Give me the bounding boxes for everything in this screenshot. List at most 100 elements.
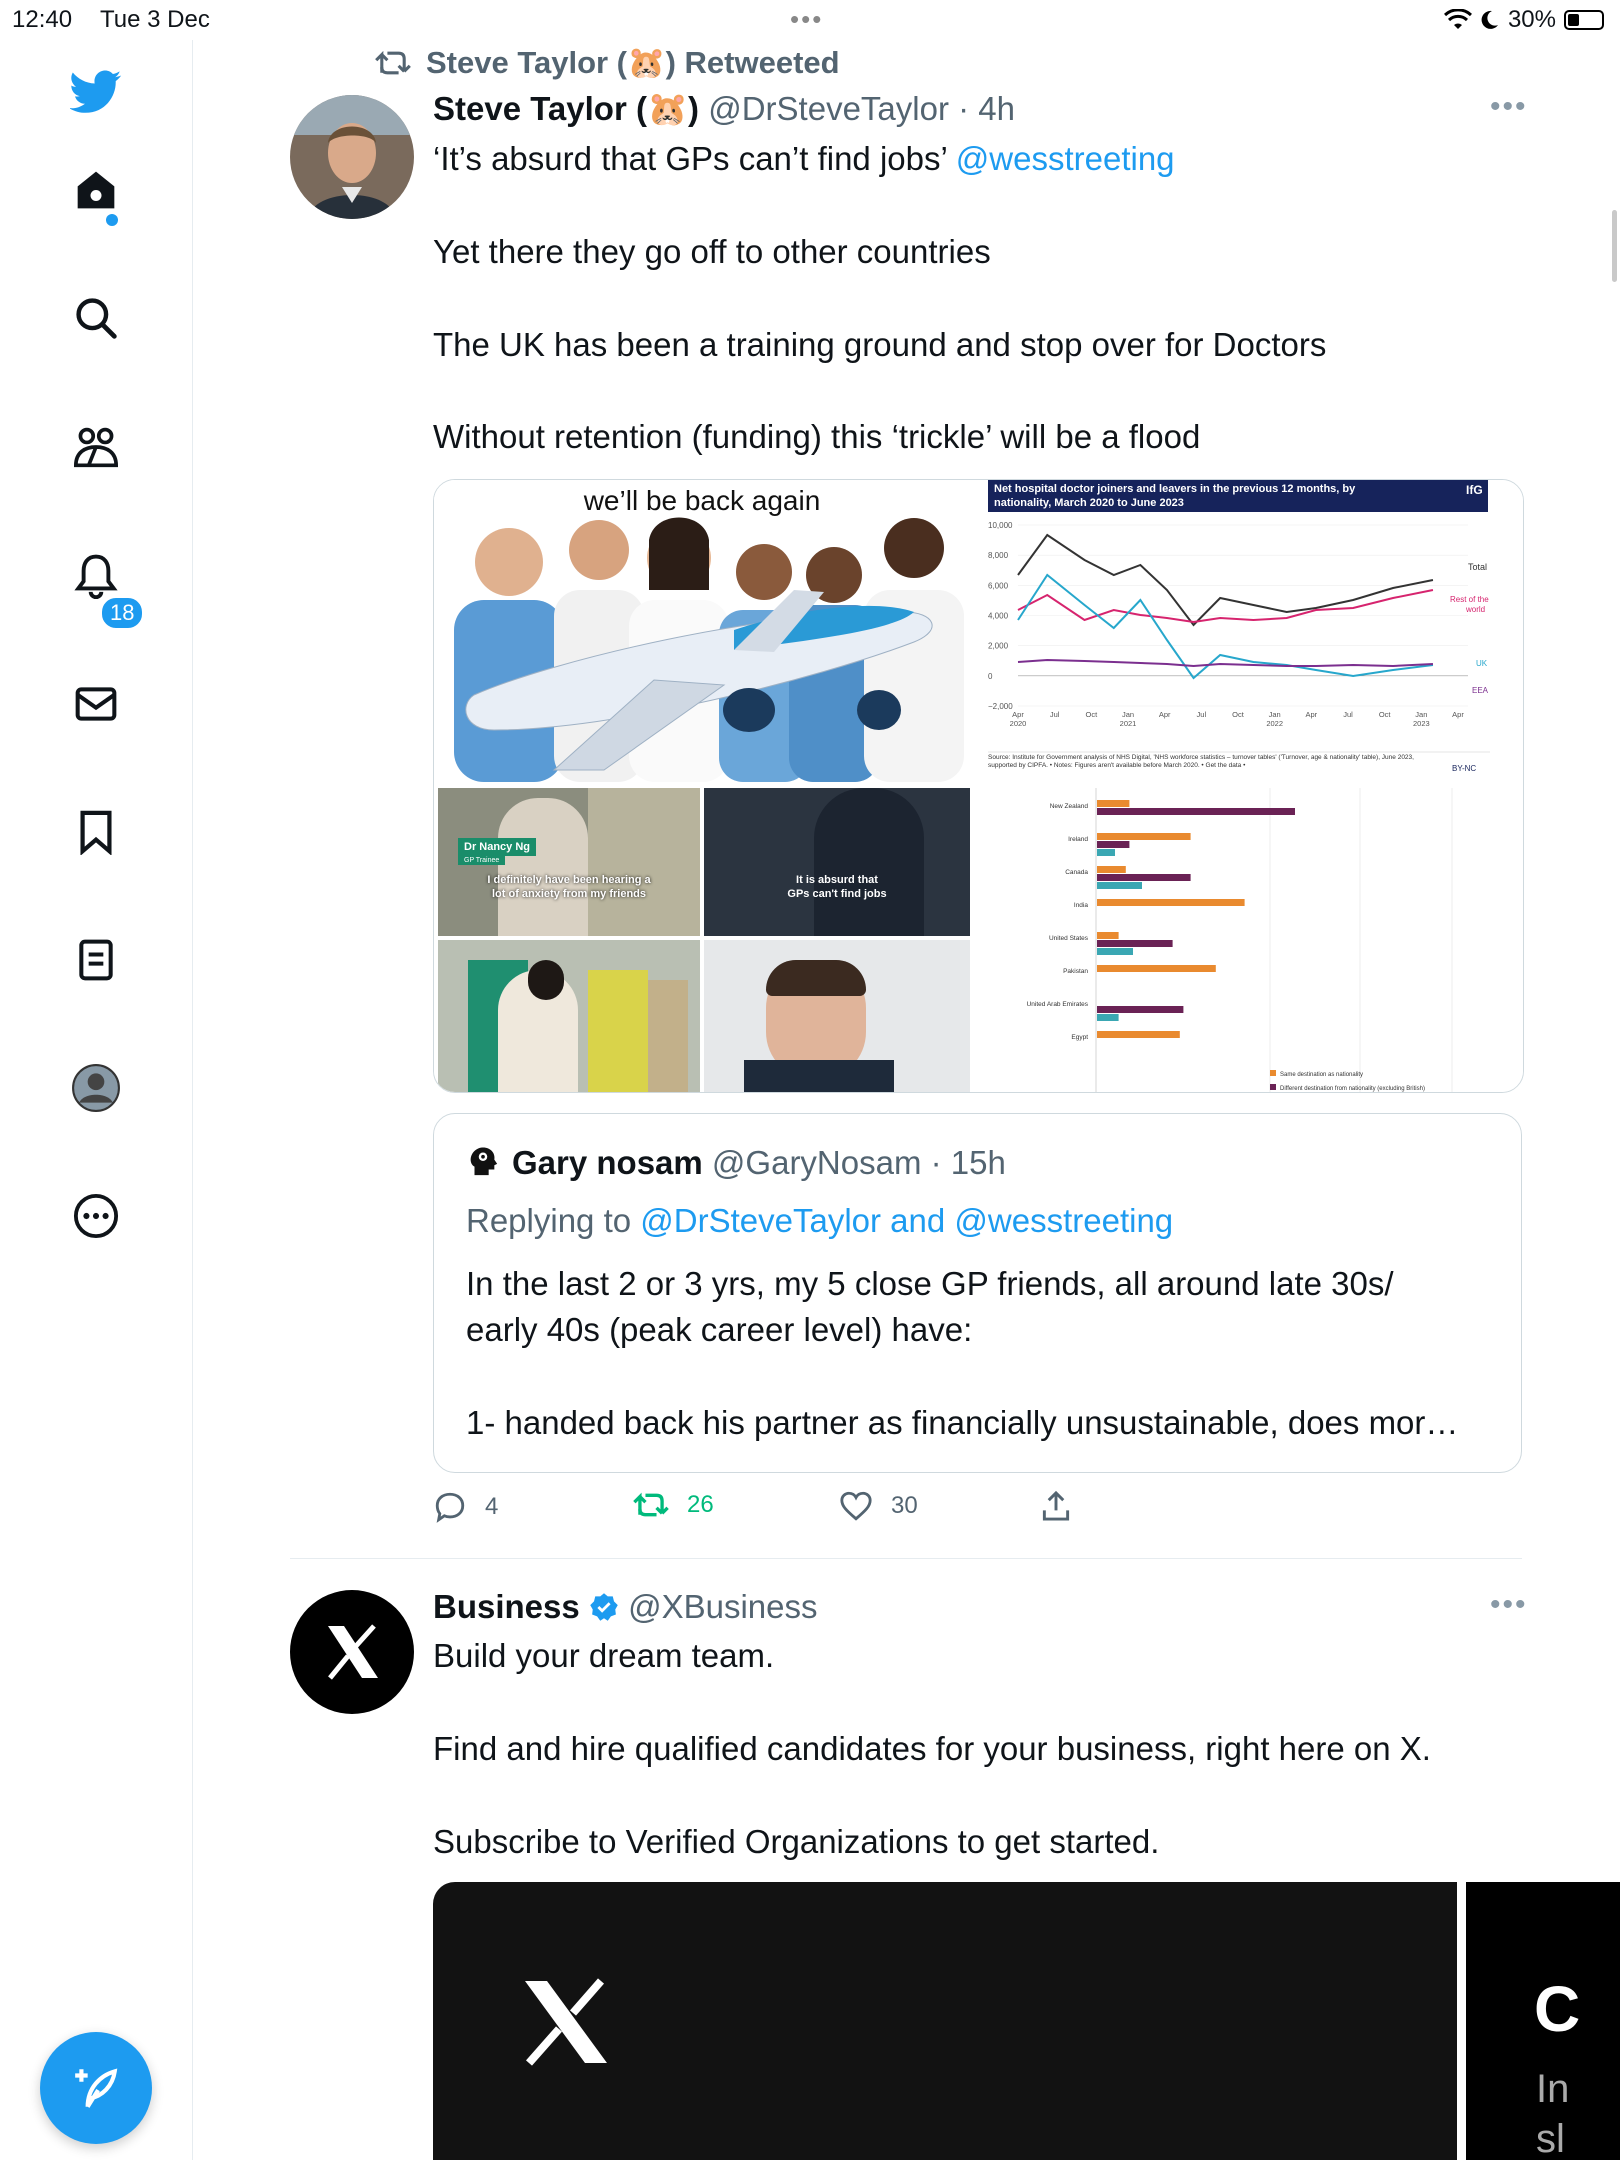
line-eea xyxy=(1017,658,1434,668)
business-header: Business @XBusiness xyxy=(433,1588,818,1626)
bar xyxy=(1097,882,1142,889)
media-video-collage[interactable]: Dr Nancy Ng GP Trainee I definitely have… xyxy=(434,788,974,1092)
verified-badge-icon xyxy=(590,1593,618,1621)
promo-card-1[interactable] xyxy=(433,1882,1457,2160)
home-icon[interactable] xyxy=(70,164,122,216)
bar xyxy=(1097,866,1126,873)
avatar-photo xyxy=(290,95,414,219)
x-tick-label: Oct xyxy=(1379,710,1392,719)
bookmarks-icon[interactable] xyxy=(70,806,122,858)
media-meme-image[interactable]: we’ll be back again xyxy=(434,480,974,782)
lists-icon[interactable] xyxy=(70,934,122,986)
quote-tweet[interactable]: Gary nosam @GaryNosam · 15h Replying to … xyxy=(433,1113,1522,1473)
tweet-time[interactable]: 4h xyxy=(978,90,1015,127)
bar xyxy=(1097,940,1173,947)
y-tick-label: 4,000 xyxy=(988,612,1009,621)
retweeted-by-label: Steve Taylor (🐹) Retweeted xyxy=(426,45,840,80)
tweet-paragraph-4: Without retention (funding) this ‘trickl… xyxy=(433,418,1201,455)
author-handle[interactable]: @DrSteveTaylor xyxy=(708,90,949,127)
bar xyxy=(1097,1006,1184,1013)
mention-link[interactable]: @wesstreeting xyxy=(956,140,1175,177)
bar-country-label: New Zealand xyxy=(1050,803,1089,810)
notifications-badge: 18 xyxy=(100,596,145,630)
author-name[interactable]: Steve Taylor (🐹) xyxy=(433,90,699,127)
communities-icon[interactable] xyxy=(70,421,122,473)
battery-icon xyxy=(1564,10,1604,30)
share-button[interactable] xyxy=(1041,1490,1071,1522)
chart-source: Source: Institute for Government analysi… xyxy=(988,754,1414,769)
bar-country-label: Ireland xyxy=(1068,836,1088,843)
bar xyxy=(1097,932,1119,939)
bar xyxy=(1097,948,1133,955)
bar xyxy=(1097,841,1130,848)
tweet-paragraph-2: Yet there they go off to other countries xyxy=(433,233,991,270)
like-count: 30 xyxy=(891,1492,918,1519)
retweet-count: 26 xyxy=(687,1491,714,1518)
promo-card-2[interactable]: C In sl xyxy=(1466,1882,1620,2160)
business-name[interactable]: Business xyxy=(433,1588,580,1625)
video-name-sub: GP Trainee xyxy=(458,856,506,865)
video-caption-2: lot of anxiety from my friends xyxy=(491,888,647,900)
multitask-dots-icon[interactable]: ••• xyxy=(790,4,823,35)
label-rest-of-world-2: world xyxy=(1465,605,1485,614)
tweet-more-button[interactable]: ••• xyxy=(1490,90,1528,124)
meme-caption: we’ll be back again xyxy=(583,485,821,516)
share-icon xyxy=(1042,1490,1070,1521)
replying-mention-2[interactable]: @wesstreeting xyxy=(954,1202,1173,1239)
y-tick-label: −2,000 xyxy=(988,702,1013,711)
twitter-logo-icon[interactable] xyxy=(70,66,122,118)
x-tick-label: Apr xyxy=(1452,710,1464,719)
avatar[interactable] xyxy=(290,95,414,219)
x-tick-label: Oct xyxy=(1085,710,1098,719)
media-bar-chart[interactable]: New Zealand Ireland Canada India United Stat… xyxy=(980,788,1523,1092)
tweet-text-line1: ‘It’s absurd that GPs can’t find jobs’ xyxy=(433,140,956,177)
more-icon[interactable] xyxy=(70,1190,122,1242)
scrollbar[interactable] xyxy=(1612,210,1617,282)
business-handle[interactable]: @XBusiness xyxy=(628,1588,817,1625)
tweet-media-grid: we’ll be back again Net hospital doctor … xyxy=(433,479,1524,1093)
compose-button[interactable] xyxy=(40,2032,152,2144)
chart-title-line2: nationality, March 2020 to June 2023 xyxy=(994,497,1184,509)
quote-header: Gary nosam @GaryNosam · 15h xyxy=(512,1144,1006,1181)
x-tick-label: 2023 xyxy=(1413,719,1430,728)
label-uk: UK xyxy=(1476,659,1488,668)
bar xyxy=(1097,899,1245,906)
media-line-chart[interactable]: Net hospital doctor joiners and leavers … xyxy=(980,480,1523,782)
profile-icon[interactable] xyxy=(70,1062,122,1114)
retweet-context[interactable]: Steve Taylor (🐹) Retweeted xyxy=(374,44,840,81)
bar-country-label: United States xyxy=(1049,935,1089,942)
business-paragraph-2: Find and hire qualified candidates for y… xyxy=(433,1730,1431,1767)
notifications-icon[interactable] xyxy=(70,550,122,602)
search-icon[interactable] xyxy=(70,292,122,344)
replying-mention-1[interactable]: @DrSteveTaylor xyxy=(640,1202,881,1239)
promo-card-2-text-2: sl xyxy=(1536,2117,1565,2160)
label-eea: EEA xyxy=(1472,686,1489,695)
tweet-paragraph-3: The UK has been a training ground and st… xyxy=(433,326,1327,363)
x-tick-label: 2022 xyxy=(1266,719,1283,728)
compose-icon xyxy=(75,2068,118,2108)
wifi-icon xyxy=(1443,9,1472,29)
chart-license: BY-NC xyxy=(1452,764,1476,773)
status-bar: 12:40 Tue 3 Dec ••• 30% xyxy=(0,0,1620,40)
business-avatar[interactable] xyxy=(290,1590,414,1714)
line-uk xyxy=(1017,573,1434,680)
video-caption-4: GPs can't find jobs xyxy=(787,888,887,900)
bar xyxy=(1097,965,1216,972)
replying-prefix: Replying to xyxy=(466,1202,641,1239)
business-paragraph-3: Subscribe to Verified Organizations to g… xyxy=(433,1823,1160,1860)
video-frame-1: Dr Nancy Ng GP Trainee I definitely have… xyxy=(438,788,700,936)
like-button[interactable]: 30 xyxy=(839,1490,918,1522)
business-more-button[interactable]: ••• xyxy=(1490,1588,1528,1622)
bar xyxy=(1097,1014,1119,1021)
business-paragraph-1: Build your dream team. xyxy=(433,1637,775,1674)
reply-button[interactable]: 4 xyxy=(433,1490,498,1524)
messages-icon[interactable] xyxy=(70,678,122,730)
quote-avatar[interactable] xyxy=(466,1144,500,1178)
label-rest-of-world-1: Rest of the xyxy=(1450,595,1489,604)
quote-text-line2: early 40s (peak career level) have: xyxy=(466,1311,973,1348)
bar-country-label: United Arab Emirates xyxy=(1027,1001,1089,1008)
doctors-airplane-illustration: we’ll be back again xyxy=(434,480,974,782)
retweet-button[interactable]: 26 xyxy=(633,1490,714,1520)
x-tick-label: Apr xyxy=(1012,710,1024,719)
line-chart-svg: Net hospital doctor joiners and leavers … xyxy=(988,480,1490,773)
